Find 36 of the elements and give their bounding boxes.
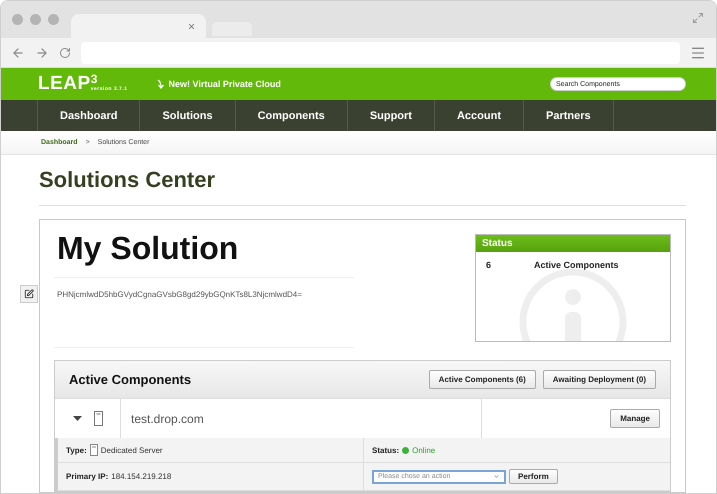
expand-icon[interactable]: [692, 12, 704, 24]
back-icon[interactable]: [11, 46, 25, 60]
field-label: Primary IP:: [66, 472, 108, 481]
page-title: Solutions Center: [39, 167, 686, 206]
solution-title: My Solution: [56, 229, 240, 268]
field-label: Type:: [66, 446, 87, 454]
reload-icon[interactable]: [59, 46, 71, 58]
chevron-down-icon: [493, 473, 500, 480]
field-value: 184.154.219.218: [111, 472, 172, 481]
field-value: Dedicated Server: [100, 446, 163, 454]
arrow-down-icon: [157, 79, 166, 89]
field-label: Status:: [372, 446, 400, 454]
menu-icon[interactable]: [690, 44, 706, 60]
close-icon[interactable]: [187, 22, 196, 30]
status-count: 6: [486, 260, 492, 270]
filter-button[interactable]: Active Components (6): [428, 370, 536, 389]
manage-button[interactable]: Manage: [610, 409, 660, 428]
edit-button[interactable]: [20, 285, 38, 303]
caret-down-icon: [72, 414, 82, 423]
perform-button[interactable]: Perform: [509, 469, 558, 484]
panel-title: Active Components: [69, 372, 192, 387]
filter-button[interactable]: Awaiting Deployment (0): [542, 370, 656, 389]
logo-superscript: 3: [90, 73, 99, 85]
server-icon: [90, 444, 98, 456]
status-label: Active Components: [534, 260, 619, 270]
window-control-dot[interactable]: [30, 14, 41, 25]
edit-icon: [24, 289, 34, 299]
status-text: Online: [412, 446, 436, 454]
solution-code: PHNjcmlwdD5hbGVydCgnaGVsbG8gd29ybGQnKTs8L3NjcmlwdD4=: [57, 290, 302, 299]
logo-text: LEAP: [38, 73, 91, 95]
status-title: Status: [476, 235, 670, 252]
window-control-dot[interactable]: [48, 14, 59, 25]
component-name: test.drop.com: [131, 412, 204, 426]
window-control-dot[interactable]: [12, 14, 23, 25]
server-icon: [94, 411, 102, 426]
forward-icon[interactable]: [35, 46, 49, 60]
